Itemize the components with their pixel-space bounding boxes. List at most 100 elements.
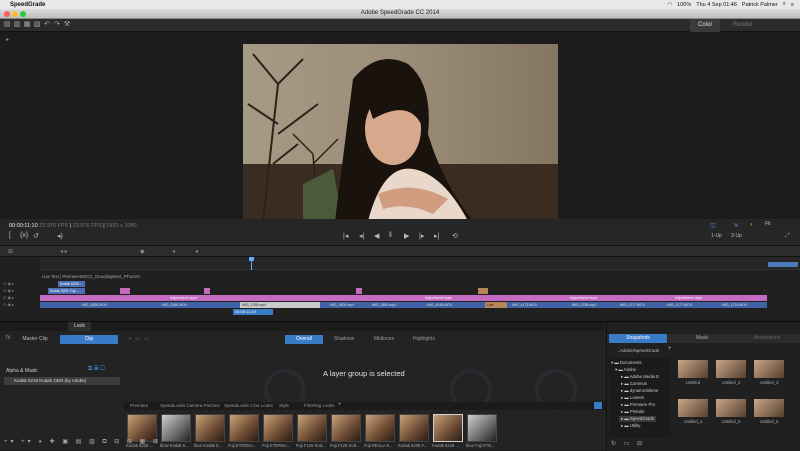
app-menu[interactable]: SpeedGrade <box>10 2 45 8</box>
timeline-clip[interactable]: Kodak 5205 ... <box>58 281 85 287</box>
look-preset-thumb[interactable] <box>365 414 395 442</box>
layer-list-item[interactable]: Kodak 5218 Kodak 2383 (by Adobe) <box>4 377 120 385</box>
play-reverse-icon[interactable]: ◀ <box>374 232 379 240</box>
compare-icon[interactable]: ◫ <box>710 222 716 229</box>
prev-marker-icon[interactable]: ◂ <box>172 248 175 255</box>
viewer-menu-icon[interactable]: ▸ <box>6 36 9 43</box>
tree-item[interactable]: ▸ ▬ Prelude <box>621 409 645 415</box>
timecode[interactable]: 00:00:11:10 <box>9 223 38 229</box>
track-controls-3[interactable]: ⊙ ◉ ▸ <box>3 295 14 300</box>
snapshot-toolbar[interactable]: ↻ ▭ ⊟ <box>611 440 645 447</box>
search-icon[interactable]: ⌕ <box>783 1 786 8</box>
look-preset-thumb[interactable] <box>467 414 497 442</box>
tab-preset-camera[interactable]: SpeedLooks Camera Patches <box>160 403 220 408</box>
track-controls-2[interactable]: ⊙ ◉ ▸ <box>3 288 14 293</box>
layer-toolbar[interactable]: +▾ +▾ ⚹ ✚ ▣ ▤ ▥ ⧉ ⊟ ⊞ ▦ ⊠ <box>4 438 161 446</box>
add-folder-icon[interactable]: + <box>668 346 672 352</box>
timeline-clip[interactable]: Link <box>485 302 507 308</box>
look-preset-thumb[interactable] <box>331 414 361 442</box>
timeline-clip[interactable]: IMG_1177.MOV <box>618 302 645 308</box>
list-icon[interactable]: ≡ <box>791 2 794 8</box>
timeline-clip[interactable]: IMG_4015.MOV <box>425 302 452 308</box>
tab-preset-filmflag[interactable]: FilmFlag Looks <box>304 403 335 408</box>
timeline-clip[interactable] <box>120 288 130 294</box>
export-icon[interactable]: ▧ <box>33 21 41 29</box>
timeline-clip[interactable]: IMG_4173.MOV <box>510 302 537 308</box>
tab-snapshots[interactable]: Snapshots <box>609 334 667 343</box>
open-icon[interactable]: ▤ <box>3 21 11 29</box>
stop-icon[interactable]: ‖ <box>389 232 392 239</box>
go-to-end-icon[interactable]: ▸| <box>434 232 439 240</box>
timeline-clip[interactable] <box>478 288 488 294</box>
tab-annotations[interactable]: Annotations <box>735 334 799 343</box>
tree-item-selected[interactable]: ▸ ▬ SpeedGrade <box>619 416 657 422</box>
timeline-clip[interactable]: IMG_3850.mp4 <box>370 302 396 308</box>
go-to-start-icon[interactable]: |◂ <box>343 232 348 240</box>
zoom-scrollbar[interactable] <box>768 262 798 267</box>
timeline-clip[interactable]: IMG_3785.mp4 <box>570 302 596 308</box>
tree-item[interactable]: ▾ ▬ Documents <box>611 360 642 366</box>
snapshot-thumb[interactable] <box>754 399 784 417</box>
next-marker-icon[interactable]: ◂ <box>195 248 198 255</box>
tab-mask[interactable]: Mask <box>673 334 731 343</box>
snapshot-thumb[interactable] <box>754 360 784 378</box>
timeline-clip[interactable]: IMG_3960.MOV <box>160 302 187 308</box>
look-preset-thumb[interactable] <box>263 414 293 442</box>
tree-item[interactable]: ▸ ▬ Common <box>621 381 647 387</box>
layer-action-icons[interactable]: ⧉ ▣ ▢ <box>88 366 105 373</box>
timeline-clip[interactable]: IMG_3855.MOV <box>80 302 107 308</box>
fullscreen-icon[interactable]: ⤢ <box>785 233 790 240</box>
tree-item[interactable]: ▸ ▬ Lumetri <box>621 395 644 401</box>
tab-color[interactable]: Color <box>690 19 721 32</box>
snapshot-thumb[interactable] <box>716 399 746 417</box>
tree-item[interactable]: ▾ ▬ Adobe <box>615 367 636 373</box>
timeline-tool-icon[interactable]: ◂ ▸ <box>60 248 68 255</box>
look-preset-thumb[interactable] <box>399 414 429 442</box>
timeline-clip[interactable]: Kodak 5201 Fuji ... <box>48 288 85 294</box>
marker-icon[interactable]: ◆ <box>140 248 145 255</box>
wifi-icon[interactable]: ◠ <box>667 2 672 8</box>
layer-mode-icons[interactable]: ◑ ▭ ▭ <box>128 336 149 342</box>
preset-options-icon[interactable] <box>594 402 602 409</box>
import-icon[interactable]: ▦ <box>23 21 31 29</box>
user-name[interactable]: Patrick Palmer <box>742 2 778 8</box>
loop-play-icon[interactable]: ⟲ <box>452 232 458 240</box>
fx-icon[interactable]: fx <box>6 335 11 341</box>
clock[interactable]: Thu 4 Sep 01:46 <box>696 2 737 8</box>
look-preset-thumb[interactable] <box>297 414 327 442</box>
mask-icon[interactable]: ◐ <box>750 222 754 228</box>
tab-preset-cine[interactable]: SpeedLooks Cine Looks <box>224 403 273 408</box>
snapshot-thumb[interactable] <box>678 360 708 378</box>
add-preset-tab-icon[interactable]: + <box>338 402 342 408</box>
look-preset-thumb[interactable] <box>229 414 259 442</box>
mark-icon[interactable]: {x} <box>20 232 28 239</box>
look-preset-thumb-selected[interactable] <box>433 414 463 442</box>
timeline-ruler[interactable] <box>40 257 800 270</box>
save-icon[interactable]: ▥ <box>13 21 21 29</box>
undo-icon[interactable]: ↶ <box>43 21 51 29</box>
view-3up[interactable]: 3-Up <box>731 233 742 239</box>
timeline-clip[interactable]: IMG_3800.mp4 <box>328 302 354 308</box>
tab-highlights[interactable]: Highlights <box>405 335 443 344</box>
tree-item[interactable]: ▸ ▬ Adobe Media E <box>621 374 659 380</box>
step-back-icon[interactable]: ◂| <box>359 232 364 240</box>
tree-item[interactable]: ▸ ▬ dynamiclinkme <box>621 388 658 394</box>
track-controls-1[interactable]: ⊙ ◉ ▸ <box>3 281 14 286</box>
look-preset-thumb[interactable] <box>161 414 191 442</box>
timeline-clip-selected[interactable]: IMG_3785.mp4 <box>240 302 320 308</box>
audio-icon[interactable]: ◂) <box>57 232 63 240</box>
tab-preset-style[interactable]: Style <box>279 403 289 408</box>
tab-overall[interactable]: Overall <box>285 335 323 344</box>
loop-icon[interactable]: ↺ <box>33 232 39 240</box>
snapshot-thumb[interactable] <box>716 360 746 378</box>
redo-icon[interactable]: ↷ <box>53 21 61 29</box>
play-icon[interactable]: ▶ <box>404 232 409 240</box>
timeline-clip[interactable]: IMG_1177.MOV <box>665 302 692 308</box>
clip-button[interactable]: Clip <box>60 335 118 344</box>
timeline-menu-icon[interactable]: ⊞ <box>8 248 13 255</box>
view-1up[interactable]: 1-Up <box>711 233 722 239</box>
tab-look[interactable]: Look <box>68 322 91 331</box>
step-forward-icon[interactable]: |▸ <box>419 232 424 240</box>
split-icon[interactable]: ⇲ <box>733 222 738 229</box>
tab-render[interactable]: Render <box>725 19 761 32</box>
